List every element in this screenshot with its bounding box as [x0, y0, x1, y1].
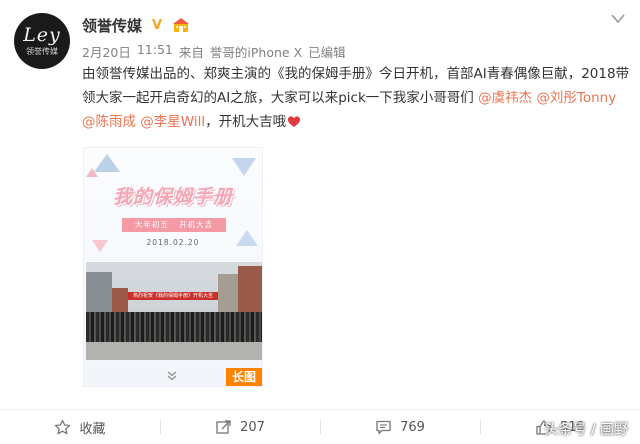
- ceremony-banner: 热烈祝贺《我的保姆手册》开机大吉: [128, 292, 218, 300]
- group-photo: 热烈祝贺《我的保姆手册》开机大吉: [86, 262, 262, 360]
- post-image[interactable]: 我的保姆手册 大年初五 · 开机大吉 2018.02.20 热烈祝贺《我的保姆手…: [83, 147, 263, 387]
- long-image-badge: 长图: [226, 368, 262, 386]
- ground: [86, 342, 262, 360]
- weibo-post-card: Ley 领誉传媒 领誉传媒 V 2月20日 11:51 来自 誉哥的iPhone…: [0, 0, 640, 444]
- mention-link[interactable]: @虞祎杰: [478, 90, 532, 106]
- avatar-logo: Ley: [23, 24, 61, 46]
- user-name[interactable]: 领誉传媒: [82, 15, 142, 36]
- post-text-part-2: ，开机大吉哦: [205, 114, 287, 130]
- membership-icon[interactable]: [172, 17, 190, 33]
- comment-button[interactable]: 769: [320, 410, 480, 444]
- edited-label[interactable]: 已编辑: [308, 42, 346, 61]
- mention-link[interactable]: @李星Will: [140, 114, 205, 130]
- crowd: [86, 312, 262, 342]
- verified-icon[interactable]: V: [150, 18, 164, 32]
- decor-triangle-icon: [232, 158, 256, 176]
- mention-link[interactable]: @刘彤Tonny: [536, 90, 616, 106]
- poster-date: 2018.02.20: [146, 238, 200, 247]
- watermark: 头条号 / 画野: [544, 422, 628, 438]
- favorite-button[interactable]: 收藏: [0, 410, 160, 444]
- favorite-label: 收藏: [79, 421, 106, 437]
- post-source[interactable]: 誉哥的iPhone X: [210, 42, 302, 61]
- poster-ribbon: 大年初五 · 开机大吉: [122, 218, 226, 232]
- mention-link[interactable]: @陈雨成: [82, 114, 136, 130]
- comment-icon: [376, 420, 391, 434]
- poster-title: 我的保姆手册: [112, 186, 233, 208]
- chevron-down-icon[interactable]: [610, 12, 626, 26]
- post-meta: 2月20日 11:51 来自 誉哥的iPhone X 已编辑: [82, 42, 346, 61]
- chevron-down-icon: [167, 371, 177, 381]
- avatar-subtitle: 领誉传媒: [26, 47, 58, 56]
- post-header: 领誉传媒 V: [82, 12, 190, 38]
- heart-icon: [287, 116, 301, 127]
- post-date[interactable]: 2月20日: [82, 42, 131, 61]
- post-text: 由领誉传媒出品的、郑爽主演的《我的保姆手册》今日开机，首部AI青春偶像巨献，20…: [82, 62, 630, 134]
- post-time[interactable]: 11:51: [137, 42, 173, 61]
- star-icon: [55, 419, 71, 434]
- decor-triangle-icon: [86, 168, 98, 177]
- repost-button[interactable]: 207: [160, 410, 320, 444]
- source-prefix: 来自: [178, 45, 204, 60]
- comment-count: 769: [400, 419, 425, 435]
- avatar[interactable]: Ley 领誉传媒: [14, 13, 70, 69]
- repost-count: 207: [240, 419, 265, 435]
- repost-icon: [216, 419, 231, 434]
